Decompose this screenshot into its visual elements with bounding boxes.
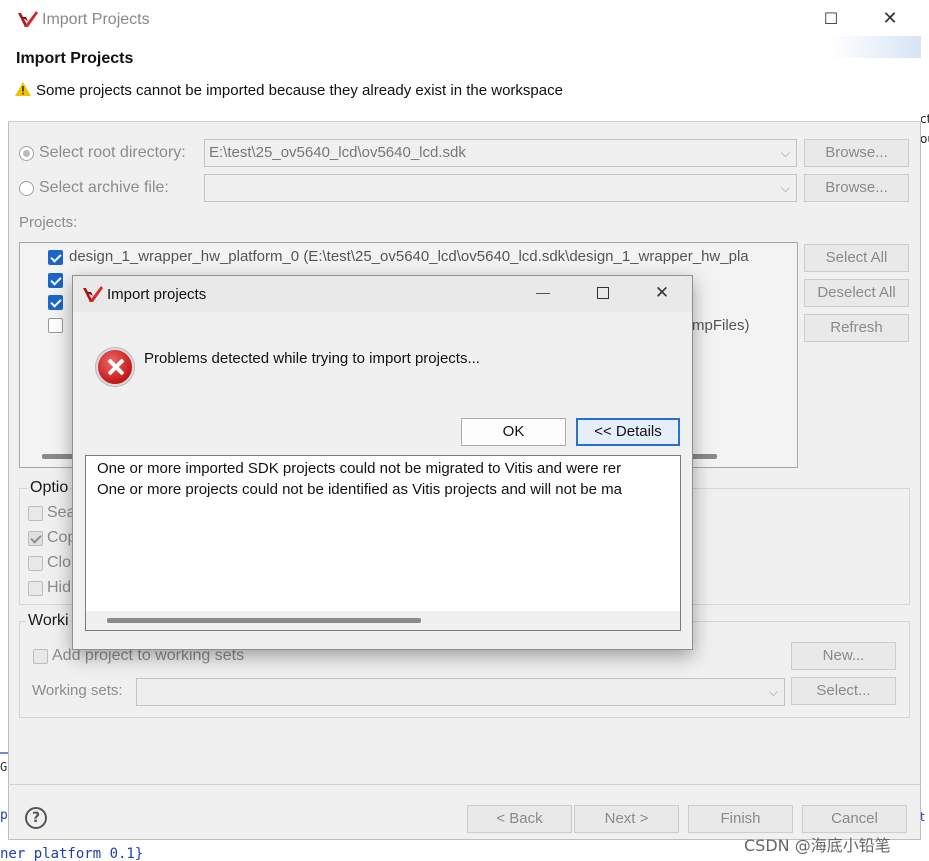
back-button[interactable]: < Back — [467, 805, 572, 833]
finish-button[interactable]: Finish — [688, 805, 793, 833]
background-text: p — [0, 808, 8, 823]
page-title: Import Projects — [16, 50, 134, 67]
working-sets-label: Worki — [26, 612, 71, 630]
add-to-working-sets-checkbox[interactable] — [33, 649, 48, 664]
header-message: Some projects cannot be imported because… — [36, 82, 563, 99]
vitis-logo-icon — [83, 286, 103, 302]
options-item-label: Clo — [47, 554, 72, 571]
options-item-label: Hid — [47, 579, 72, 596]
options-checkbox[interactable] — [28, 581, 43, 596]
window-titlebar[interactable]: Import Projects ☐ ✕ — [8, 0, 921, 40]
cancel-button[interactable]: Cancel — [802, 805, 907, 833]
project-checkbox[interactable] — [48, 295, 63, 310]
chevron-down-icon: ⌵ — [780, 181, 790, 195]
background-editor-right — [920, 0, 929, 861]
options-label: Optio — [28, 479, 71, 497]
root-directory-radio[interactable] — [19, 146, 34, 161]
browse-root-button[interactable]: Browse... — [804, 139, 909, 167]
dialog-close-icon[interactable]: ✕ — [642, 278, 682, 308]
details-text-area[interactable]: One or more imported SDK projects could … — [85, 455, 681, 631]
minimize-icon[interactable] — [536, 293, 550, 294]
background-text: ct — [920, 112, 929, 126]
maximize-icon[interactable]: ☐ — [811, 4, 851, 34]
refresh-button[interactable]: Refresh — [804, 314, 909, 342]
window-title: Import Projects — [42, 11, 150, 28]
detail-line: One or more projects could not be identi… — [97, 481, 622, 498]
root-directory-label: Select root directory: — [39, 144, 186, 161]
detail-line: One or more imported SDK projects could … — [97, 460, 622, 477]
help-icon[interactable]: ? — [25, 807, 47, 829]
warning-icon — [15, 82, 31, 96]
new-working-set-button[interactable]: New... — [791, 642, 896, 670]
close-icon[interactable]: ✕ — [870, 4, 910, 34]
select-all-button[interactable]: Select All — [804, 244, 909, 272]
working-sets-combo[interactable]: ⌵ — [136, 678, 785, 706]
chevron-down-icon: ⌵ — [780, 146, 790, 160]
chevron-down-icon: ⌵ — [768, 685, 778, 699]
dialog-title: Import projects — [107, 286, 207, 303]
watermark: CSDN @海底小铅笔 — [744, 836, 891, 855]
options-checkbox[interactable] — [28, 506, 43, 521]
project-checkbox[interactable] — [48, 250, 63, 265]
wizard-header: Import Projects Some projects cannot be … — [8, 40, 921, 122]
projects-label: Projects: — [19, 214, 78, 231]
project-checkbox[interactable] — [48, 318, 63, 333]
select-working-set-button[interactable]: Select... — [791, 677, 896, 705]
footer-divider — [8, 784, 921, 785]
dialog-message: Problems detected while trying to import… — [144, 350, 480, 367]
background-text: ou — [920, 132, 929, 146]
background-code-line: ner platform 0.1} — [0, 846, 144, 861]
browse-archive-button[interactable]: Browse... — [804, 174, 909, 202]
archive-file-radio[interactable] — [19, 181, 34, 196]
details-scrollbar-track[interactable] — [86, 611, 680, 630]
options-checkbox[interactable] — [28, 531, 43, 546]
dialog-titlebar[interactable]: Import projects ✕ — [73, 276, 692, 312]
project-item-label: mpFiles) — [692, 317, 750, 334]
ok-button[interactable]: OK — [461, 418, 566, 446]
options-checkbox[interactable] — [28, 556, 43, 571]
archive-file-label: Select archive file: — [39, 179, 169, 196]
archive-file-combo[interactable]: ⌵ — [204, 174, 797, 202]
root-directory-combo[interactable]: E:\test\25_ov5640_lcd\ov5640_lcd.sdk ⌵ — [204, 139, 797, 167]
header-banner — [831, 36, 921, 58]
maximize-icon[interactable] — [597, 287, 609, 299]
project-checkbox[interactable] — [48, 273, 63, 288]
details-toggle-button[interactable]: << Details — [576, 418, 680, 446]
deselect-all-button[interactable]: Deselect All — [804, 279, 909, 307]
error-icon — [96, 348, 134, 386]
vitis-logo-icon — [18, 11, 38, 27]
root-directory-value: E:\test\25_ov5640_lcd\ov5640_lcd.sdk — [209, 144, 466, 161]
working-sets-field-label: Working sets: — [32, 682, 123, 699]
next-button[interactable]: Next > — [574, 805, 679, 833]
details-scrollbar-thumb[interactable] — [107, 618, 421, 623]
project-item-label: design_1_wrapper_hw_platform_0 (E:\test\… — [69, 248, 749, 265]
